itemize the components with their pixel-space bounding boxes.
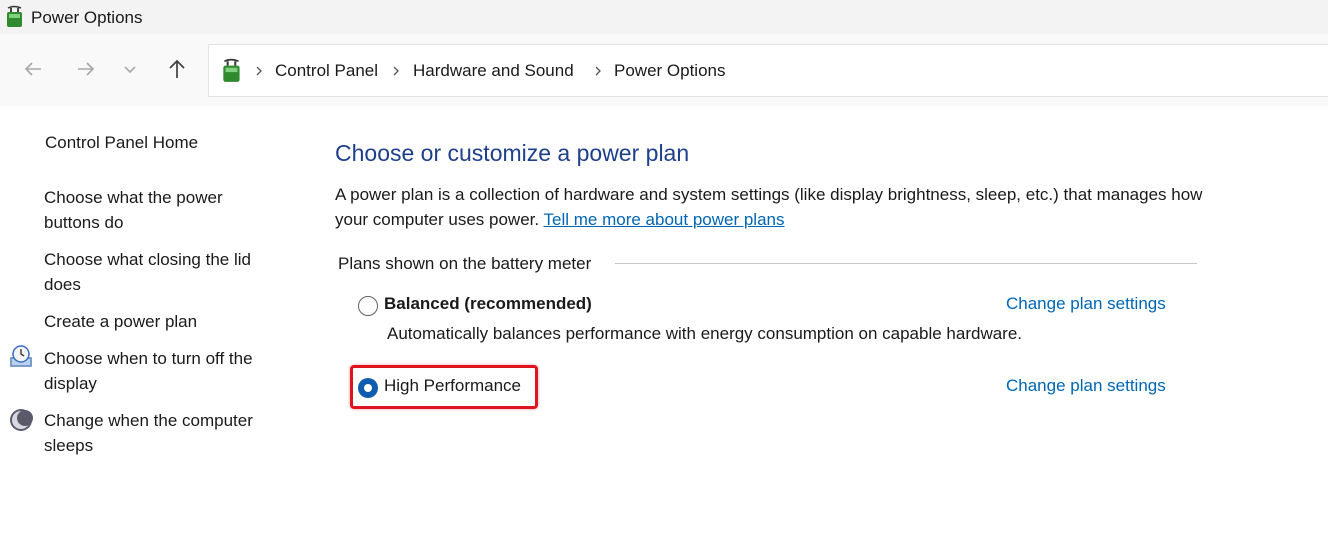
navigation-bar: Control Panel Hardware and Sound Power O…: [0, 34, 1328, 106]
power-options-icon: [7, 5, 22, 27]
arrow-up-icon: [169, 59, 185, 78]
control-panel-home-link[interactable]: Control Panel Home: [45, 130, 285, 155]
breadcrumb-power-options[interactable]: Power Options: [614, 61, 726, 81]
high-performance-plan-radio[interactable]: [358, 378, 378, 398]
breadcrumb-hardware-and-sound[interactable]: Hardware and Sound: [413, 61, 574, 81]
breadcrumb-separator-icon: [595, 66, 601, 76]
sidebar-item-label: Choose what closing the lid: [44, 250, 251, 269]
back-button[interactable]: [20, 56, 46, 82]
sidebar-item-create-plan[interactable]: Create a power plan: [44, 309, 284, 334]
arrow-left-icon: [24, 62, 41, 76]
balanced-plan-name[interactable]: Balanced (recommended): [384, 294, 592, 314]
sidebar-item-label: Choose what the power: [44, 188, 223, 207]
sidebar-item-computer-sleeps[interactable]: Change when the computer sleeps: [44, 408, 284, 458]
power-options-window: Power Options Control Panel Hardware and…: [0, 0, 1328, 543]
sidebar-item-label: Choose when to turn off the: [44, 349, 253, 368]
breadcrumb-separator-icon: [256, 66, 262, 76]
breadcrumb-control-panel[interactable]: Control Panel: [275, 61, 378, 81]
high-performance-plan-name[interactable]: High Performance: [384, 376, 521, 396]
recent-locations-button[interactable]: [117, 56, 143, 82]
sidebar-item-label: does: [44, 275, 81, 294]
sidebar-item-power-buttons[interactable]: Choose what the power buttons do: [44, 185, 284, 235]
page-title: Choose or customize a power plan: [335, 140, 690, 166]
window-title: Power Options: [31, 8, 143, 27]
group-divider: [615, 263, 1197, 264]
page-description: A power plan is a collection of hardware…: [335, 182, 1235, 232]
sidebar-item-label: buttons do: [44, 213, 124, 232]
display-clock-icon: [10, 345, 32, 367]
address-bar[interactable]: Control Panel Hardware and Sound Power O…: [208, 44, 1328, 97]
sidebar-item-label: display: [44, 374, 97, 393]
arrow-right-icon: [78, 62, 95, 76]
sidebar-item-label: Change when the computer: [44, 411, 253, 430]
moon-icon: [10, 409, 33, 431]
sidebar-item-closing-lid[interactable]: Choose what closing the lid does: [44, 247, 284, 297]
sidebar-item-label: Create a power plan: [44, 312, 198, 331]
up-button[interactable]: [164, 56, 190, 82]
plans-group-label: Plans shown on the battery meter: [338, 254, 592, 273]
learn-more-link[interactable]: Tell me more about power plans: [544, 210, 785, 229]
balanced-plan-radio[interactable]: [358, 296, 378, 316]
balanced-plan-description: Automatically balances performance with …: [387, 324, 1023, 343]
balanced-change-plan-settings-link[interactable]: Change plan settings: [1006, 294, 1166, 314]
forward-button[interactable]: [73, 56, 99, 82]
chevron-down-icon: [124, 66, 136, 74]
sidebar-item-label: sleeps: [44, 436, 94, 455]
sidebar-item-turn-off-display[interactable]: Choose when to turn off the display: [44, 346, 284, 396]
power-options-icon: [223, 58, 240, 82]
high-performance-change-plan-settings-link[interactable]: Change plan settings: [1006, 376, 1166, 396]
breadcrumb-separator-icon: [393, 66, 399, 76]
title-bar: Power Options: [0, 0, 1328, 34]
